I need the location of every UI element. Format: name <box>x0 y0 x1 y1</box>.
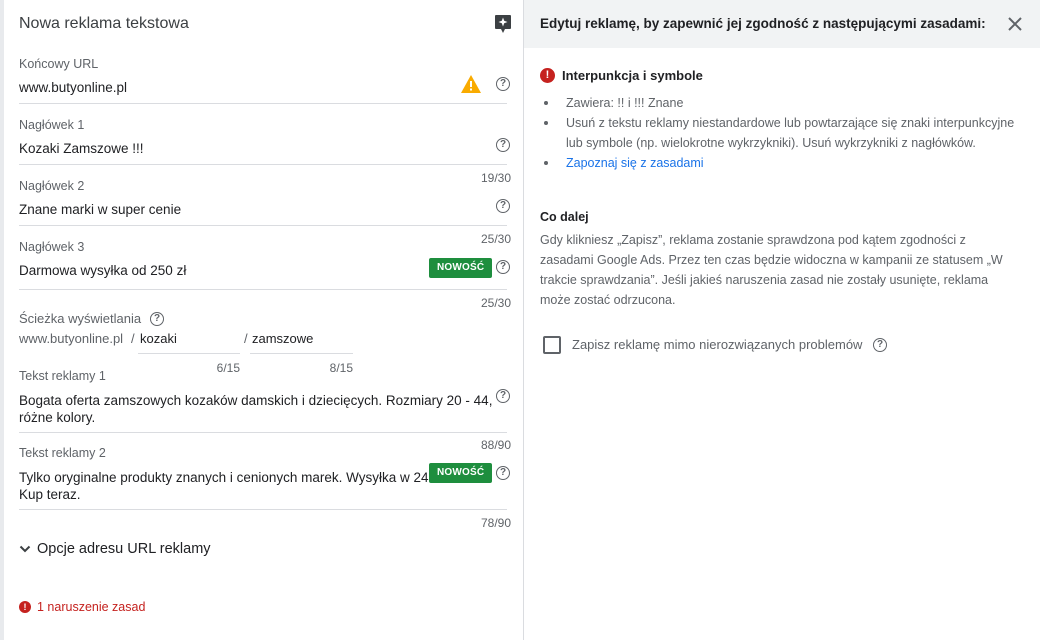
description1-label: Tekst reklamy 1 <box>19 369 106 383</box>
close-icon[interactable] <box>1006 15 1024 33</box>
headline2-counter: 25/30 <box>480 232 511 246</box>
list-item: Usuń z tekstu reklamy niestandardowe lub… <box>540 113 1020 153</box>
new-badge: NOWOŚĆ <box>429 463 493 483</box>
panel-title: Nowa reklama tekstowa <box>19 15 189 32</box>
headline2-label: Nagłówek 2 <box>19 179 85 193</box>
headline3-input[interactable]: Darmowa wysyłka od 250 zł <box>19 263 186 278</box>
chevron-down-icon <box>19 545 31 553</box>
policy-panel-header: Edytuj reklamę, by zapewnić jej zgodność… <box>524 0 1040 48</box>
final-url-underline <box>19 103 507 104</box>
final-url-input[interactable]: www.butyonline.pl <box>19 80 127 95</box>
error-icon: ! <box>19 601 31 613</box>
policy-panel: Edytuj reklamę, by zapewnić jej zgodność… <box>524 0 1040 640</box>
description1-line: Bogata oferta zamszowych kozaków damskic… <box>19 393 493 408</box>
help-icon[interactable]: ? <box>496 77 510 91</box>
headline1-counter: 19/30 <box>480 171 511 185</box>
headline2-underline <box>19 225 507 226</box>
description2-line: Tylko oryginalne produkty znanych i ceni… <box>19 470 440 485</box>
help-icon[interactable]: ? <box>873 338 887 352</box>
display-path-label: Ścieżka wyświetlania <box>19 311 142 326</box>
issue-details-list: Zawiera: !! i !!! Znane Usuń z tekstu re… <box>540 93 1020 173</box>
description1-input[interactable]: Bogata oferta zamszowych kozaków damskic… <box>19 392 492 426</box>
error-icon: ! <box>540 68 555 83</box>
sparkle-icon[interactable] <box>494 14 512 34</box>
issue-title: ! Interpunkcja i symbole <box>540 68 703 83</box>
save-anyway-label[interactable]: Zapisz reklamę mimo nierozwiązanych prob… <box>572 337 862 352</box>
description2-underline <box>19 509 507 510</box>
path1-underline <box>138 353 240 354</box>
description2-label: Tekst reklamy 2 <box>19 446 106 460</box>
help-icon[interactable]: ? <box>496 260 510 274</box>
issue-title-text: Interpunkcja i symbole <box>562 68 703 83</box>
list-item: Zawiera: !! i !!! Znane <box>540 93 1020 113</box>
help-icon[interactable]: ? <box>496 466 510 480</box>
headline1-label: Nagłówek 1 <box>19 118 85 132</box>
help-icon[interactable]: ? <box>496 138 510 152</box>
headline3-underline <box>19 289 507 290</box>
next-steps-text: Gdy klikniesz „Zapisz”, reklama zostanie… <box>540 233 1003 307</box>
url-options-expander[interactable]: Opcje adresu URL reklamy <box>19 541 211 557</box>
description1-underline <box>19 432 507 433</box>
description2-line: Kup teraz. <box>19 487 81 502</box>
violations-label: 1 naruszenie zasad <box>37 600 146 614</box>
path2-underline <box>250 353 353 354</box>
description1-counter: 88/90 <box>480 438 511 452</box>
headline1-input[interactable]: Kozaki Zamszowe !!! <box>19 141 144 156</box>
url-options-label: Opcje adresu URL reklamy <box>37 541 211 557</box>
policy-violations-link[interactable]: ! 1 naruszenie zasad <box>19 600 145 614</box>
description2-counter: 78/90 <box>480 516 511 530</box>
new-badge: NOWOŚĆ <box>429 258 493 278</box>
path1-counter: 6/15 <box>216 361 240 375</box>
path2-input[interactable]: zamszowe <box>252 331 313 346</box>
display-path-domain: www.butyonline.pl <box>19 331 124 346</box>
save-anyway-checkbox[interactable] <box>543 336 561 354</box>
help-icon[interactable]: ? <box>496 389 510 403</box>
path-separator: / <box>131 331 135 346</box>
policy-link[interactable]: Zapoznaj się z zasadami <box>540 153 1020 173</box>
help-icon[interactable]: ? <box>496 199 510 213</box>
policy-panel-title: Edytuj reklamę, by zapewnić jej zgodność… <box>540 16 986 31</box>
headline3-counter: 25/30 <box>480 296 511 310</box>
warning-icon <box>461 75 481 93</box>
description2-input[interactable]: Tylko oryginalne produkty znanych i ceni… <box>19 469 440 503</box>
help-icon[interactable]: ? <box>150 312 164 326</box>
path2-counter: 8/15 <box>329 361 353 375</box>
headline1-underline <box>19 164 507 165</box>
headline2-input[interactable]: Znane marki w super cenie <box>19 202 181 217</box>
path-separator: / <box>244 331 248 346</box>
description1-line: różne kolory. <box>19 410 96 425</box>
headline3-label: Nagłówek 3 <box>19 240 85 254</box>
next-steps-title: Co dalej <box>540 210 589 224</box>
path1-input[interactable]: kozaki <box>140 331 177 346</box>
final-url-label: Końcowy URL <box>19 57 99 71</box>
ad-editor-panel: Nowa reklama tekstowa Końcowy URL www.bu… <box>0 0 523 640</box>
